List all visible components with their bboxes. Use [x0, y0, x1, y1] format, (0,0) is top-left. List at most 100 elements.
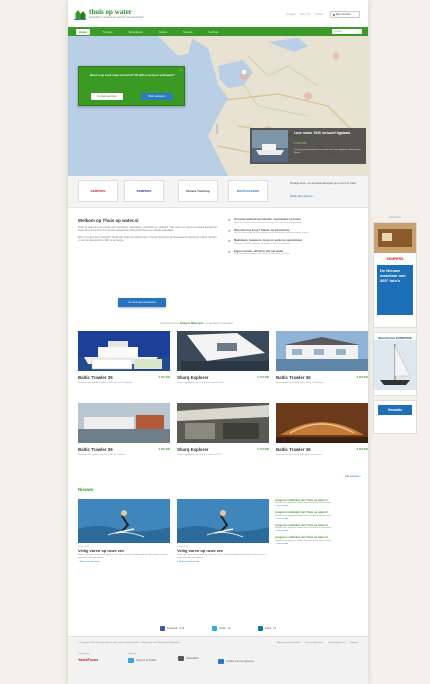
top-link-login[interactable]: Inloggen [286, 13, 296, 16]
expertise-ad[interactable]: Woonbooten EXPERTISE [373, 332, 417, 396]
boat-title[interactable]: Baltic Trawler 36 [276, 447, 368, 452]
footer-link-privacy[interactable]: Privacy Statement [305, 642, 323, 644]
boat-card[interactable]: Sharq Explorer € 174.000 Stalen kajuitmo… [177, 403, 269, 457]
news-more-link[interactable]: » Meer over dit nieuws [78, 561, 170, 563]
twitter-share[interactable]: Twitter 1k [212, 625, 231, 631]
news-card[interactable]: 15 juli 2013 Veilig varen op ruwe zee St… [78, 499, 170, 563]
news-list-item[interactable]: Jongeren ontdekken met Thuis op water.nl… [275, 511, 365, 519]
facebook-label[interactable]: Facebook [167, 627, 178, 630]
nav-item-home[interactable]: Home [76, 28, 90, 35]
footer-link-contact[interactable]: Contactgegevens [328, 642, 345, 644]
close-icon[interactable]: × [180, 68, 182, 72]
garantie-ad-title[interactable]: Garantie [378, 405, 412, 415]
boat-desc: Ruime en goed onderhouden trawler met va… [78, 382, 133, 384]
boat-title[interactable]: Baltic Trawler 36 [78, 375, 170, 380]
yachtfocus-logo[interactable]: YachtFocus [78, 658, 98, 662]
partner-logo-1[interactable]: KEMPERS [78, 180, 118, 202]
linkedin-count: 14 [273, 626, 276, 630]
footer-col-follow: Volg ons Volg ons op Twitter [128, 653, 156, 663]
news-list-item[interactable]: Jongeren ontdekken met Thuis op water.nl… [275, 536, 365, 544]
partner-logo-2[interactable]: KEMPERS [124, 180, 164, 202]
logo-title[interactable]: thuis op water [89, 8, 132, 16]
mail-icon[interactable] [178, 656, 184, 661]
news-list-item[interactable]: Jongeren ontdekken met Thuis op water.nl… [275, 524, 365, 532]
contact-icon[interactable] [218, 659, 224, 664]
twitter-icon[interactable] [212, 625, 217, 631]
facebook-icon[interactable] [160, 625, 165, 631]
boat-image[interactable] [78, 403, 170, 443]
news-more-link[interactable]: » Meer over dit nieuws [177, 561, 269, 563]
top-link-contact[interactable]: Contact [314, 13, 323, 16]
kempers-ad-name[interactable]: KEMPERS [374, 257, 416, 261]
news-list-more[interactable]: » Lees verder [275, 530, 365, 532]
footer-link-sitemap[interactable]: Sitemap [350, 642, 358, 644]
expertise-ad-title[interactable]: Woonbooten EXPERTISE [374, 336, 416, 340]
boat-card[interactable]: Baltic Trawler 36 € 119.000 Ruime trawle… [276, 331, 368, 385]
boat-title[interactable]: Baltic Trawler 36 [78, 447, 170, 452]
all-boats-link[interactable]: Alle aanbod » [345, 475, 361, 478]
facebook-count: 4.2k [179, 626, 185, 630]
nav-item-woonboten[interactable]: Woonboten [126, 29, 146, 35]
linkedin-share[interactable]: Delen 14 [258, 625, 276, 631]
boat-image[interactable] [177, 331, 269, 371]
featured-boat-title[interactable]: Luxe motor 1930 inclusief ligplaats [294, 131, 354, 135]
facebook-share[interactable]: Facebook 4.2k [160, 625, 184, 631]
boat-price: € 119.000 [356, 376, 368, 379]
feature-item: ✔ Makelaars, taxateurs, koop en verkoop … [228, 239, 358, 246]
news-list-more[interactable]: » Lees verder [275, 543, 365, 545]
house-logo-icon[interactable] [74, 9, 86, 20]
partner-logo-3[interactable]: Riviera Yachting [178, 180, 218, 202]
news-list-item[interactable]: Jongeren ontdekken met Thuis op water.nl… [275, 499, 365, 507]
news-list-more[interactable]: » Lees verder [275, 505, 365, 507]
twitter-icon[interactable] [128, 658, 134, 663]
partners-link[interactable]: Bekijk alle partners » [290, 195, 314, 198]
check-icon: ✔ [228, 249, 231, 254]
kempers-ad-slogan[interactable]: De Nieuwe makelaar met 360° foto's [377, 265, 413, 315]
nav-item-advies[interactable]: Advies [156, 29, 170, 35]
top-link-about[interactable]: Over ons [300, 13, 311, 16]
news-image[interactable] [78, 499, 170, 543]
nav-item-verhuur[interactable]: Verhuur [205, 29, 221, 35]
sponsor-link[interactable]: Kempers Watersport [180, 322, 203, 325]
garantie-ad[interactable]: Garantie [373, 400, 417, 434]
news-image[interactable] [177, 499, 269, 543]
search-input[interactable]: Zoeken [332, 29, 362, 34]
news-card[interactable]: 15 juli 2013 Veilig varen op ruwe zee St… [177, 499, 269, 563]
boat-image[interactable] [177, 403, 269, 443]
hero-map[interactable]: × Bent u op zoek naar een boot? Of wilt … [68, 36, 368, 176]
footer-twitter-link[interactable]: Volg ons op Twitter [128, 658, 156, 663]
news-title[interactable]: Veilig varen op ruwe zee [78, 548, 170, 553]
linkedin-icon[interactable] [258, 625, 263, 631]
boat-title[interactable]: Sharq Explorer [177, 375, 269, 380]
boat-image[interactable] [276, 403, 368, 443]
search-boat-button[interactable]: Ik zoek een boot [91, 93, 123, 100]
boat-card[interactable]: Baltic Trawler 36 € 119.000 Klassieke ho… [276, 403, 368, 457]
twitter-label[interactable]: Twitter [219, 627, 226, 630]
featured-boat-image[interactable] [252, 130, 288, 162]
linkedin-label[interactable]: Delen [265, 627, 271, 630]
boat-image[interactable] [276, 331, 368, 371]
boat-desc: Klassieke houten sloep, volledig geresta… [276, 454, 322, 456]
kempers-ad[interactable]: KEMPERS De Nieuwe makelaar met 360° foto… [373, 222, 417, 328]
find-boat-button[interactable]: Ik zoek een woonboot [118, 298, 166, 307]
footer-newsletter-link[interactable]: Nieuwsbrief [178, 656, 199, 661]
boat-card[interactable]: Baltic Trawler 36 € 115.000 Ruime en goe… [78, 331, 170, 385]
boat-card[interactable]: Baltic Trawler 36 € 119.000 Woonark met … [78, 403, 170, 457]
footer-twitter-label[interactable]: Volg ons op Twitter [136, 659, 156, 662]
account-button[interactable]: Mijn account [330, 11, 360, 18]
sell-boat-button[interactable]: Boot verkopen [141, 93, 173, 100]
boat-card[interactable]: Sharq Explorer € 174.000 Stalen kajuitmo… [177, 331, 269, 385]
footer-link-terms[interactable]: Algemene voorwaarden [277, 642, 300, 644]
nav-item-te-koop[interactable]: Te koop [100, 29, 116, 35]
footer-contact-link[interactable]: Contact met ons opnemen [218, 659, 254, 664]
featured-boat-card[interactable]: Luxe motor 1930 inclusief ligplaats € 21… [250, 128, 366, 164]
footer-contact-label[interactable]: Contact met ons opnemen [226, 660, 254, 663]
boat-title[interactable]: Sharq Explorer [177, 447, 269, 452]
news-list-more[interactable]: » Lees verder [275, 518, 365, 520]
footer-newsletter-label[interactable]: Nieuwsbrief [186, 657, 199, 660]
partner-logo-4[interactable]: BOOTLIGGERS [228, 180, 268, 202]
boat-image[interactable] [78, 331, 170, 371]
boat-title[interactable]: Baltic Trawler 36 [276, 375, 368, 380]
news-title[interactable]: Veilig varen op ruwe zee [177, 548, 269, 553]
nav-item-nieuws[interactable]: Nieuws [180, 29, 195, 35]
